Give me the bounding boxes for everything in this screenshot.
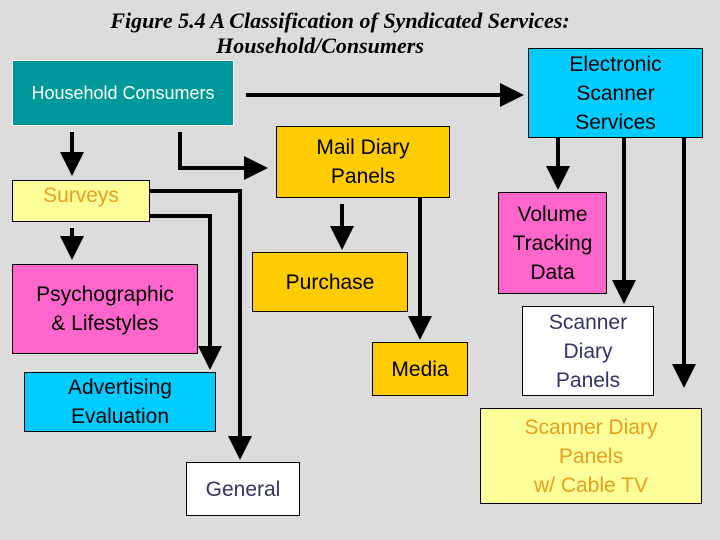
node-mail-diary-panels: Mail Diary Panels — [276, 126, 450, 198]
node-scanner-diary-panels: Scanner Diary Panels — [522, 306, 654, 396]
node-psychographic-lifestyles: Psychographic & Lifestyles — [12, 264, 198, 354]
node-household-consumers: Household Consumers — [12, 60, 234, 126]
node-advertising-evaluation: Advertising Evaluation — [24, 372, 216, 432]
node-volume-tracking-data: Volume Tracking Data — [498, 192, 607, 294]
node-scanner-diary-panels-cable-tv: Scanner Diary Panels w/ Cable TV — [480, 408, 702, 504]
node-electronic-scanner-services: Electronic Scanner Services — [528, 48, 703, 138]
edge-household-mail-diary — [178, 132, 268, 180]
node-media: Media — [372, 342, 468, 396]
node-purchase: Purchase — [252, 252, 408, 312]
node-general: General — [186, 462, 300, 516]
node-surveys: Surveys — [12, 180, 150, 222]
